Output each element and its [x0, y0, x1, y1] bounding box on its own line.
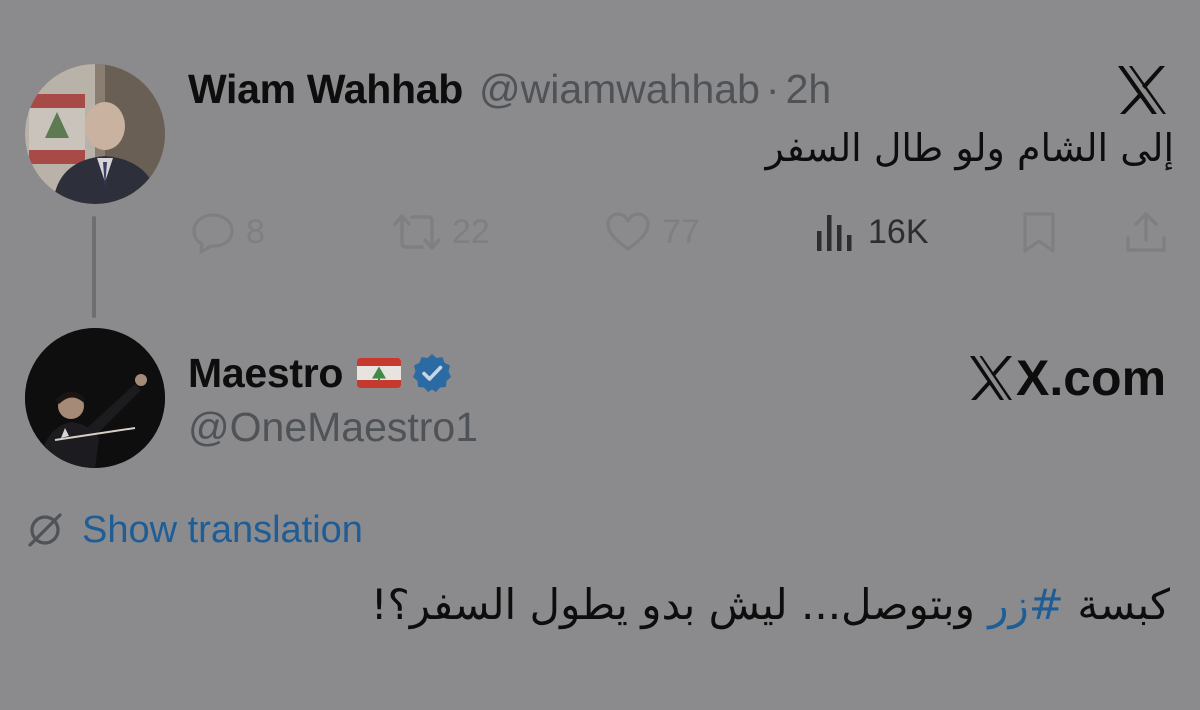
share-button[interactable]: [1122, 204, 1170, 260]
x-logo-icon: [1118, 66, 1166, 114]
avatar-image: [25, 64, 165, 204]
x-com-watermark: X.com: [968, 348, 1166, 408]
reply-tweet-header: Maestro: [188, 346, 453, 400]
parent-tweet-actions: 8 22 77 16K: [186, 204, 1176, 260]
bookmark-button[interactable]: [1018, 204, 1060, 260]
bookmark-icon: [1023, 212, 1055, 253]
reply-display-name[interactable]: Maestro: [188, 350, 343, 397]
parent-tweet-header: Wiam Wahhab @wiamwahhab · 2h: [188, 64, 831, 114]
views-button[interactable]: 16K: [814, 204, 929, 260]
parent-timestamp[interactable]: 2h: [786, 66, 832, 113]
parent-tweet-text: إلى الشام ولو طال السفر: [765, 126, 1174, 170]
reply-button[interactable]: 8: [190, 204, 265, 260]
tweet-screenshot: Wiam Wahhab @wiamwahhab · 2h إلى الشام و…: [0, 0, 1200, 710]
avatar-wiam-wahhab[interactable]: [25, 64, 165, 204]
parent-handle[interactable]: @wiamwahhab: [479, 66, 760, 113]
like-button[interactable]: 77: [604, 204, 700, 260]
views-chart-icon: [817, 215, 852, 251]
share-icon: [1126, 212, 1166, 252]
translate-globe-icon: [28, 513, 62, 547]
reply-text-before-hashtag: كبسة: [1063, 580, 1170, 629]
repost-button[interactable]: 22: [392, 204, 490, 260]
repost-icon: [393, 214, 441, 250]
x-logo-icon: [970, 356, 1012, 400]
reply-icon: [192, 213, 234, 254]
reply-count: 8: [246, 212, 265, 251]
thread-connector-line: [92, 216, 96, 318]
reply-tweet-text: كبسة #زر وبتوصل... ليش بدو يطول السفر؟!: [371, 580, 1170, 629]
reply-text-after-hashtag: وبتوصل... ليش بدو يطول السفر؟!: [370, 580, 989, 629]
verified-badge-icon: [413, 354, 452, 392]
parent-display-name[interactable]: Wiam Wahhab: [188, 66, 463, 113]
avatar-image: [25, 328, 165, 468]
like-count: 77: [662, 212, 700, 251]
hashtag-link[interactable]: #زر: [988, 580, 1064, 629]
show-translation-link[interactable]: Show translation: [26, 505, 363, 555]
x-com-text: X.com: [1016, 350, 1167, 406]
avatar-maestro[interactable]: [25, 328, 165, 468]
reply-handle[interactable]: @OneMaestro1: [188, 404, 478, 451]
views-count: 16K: [868, 212, 929, 251]
show-translation-label[interactable]: Show translation: [82, 509, 363, 552]
heart-icon: [606, 212, 650, 251]
lebanon-flag-icon: [357, 358, 402, 388]
time-separator: ·: [765, 65, 780, 112]
repost-count: 22: [452, 212, 490, 251]
